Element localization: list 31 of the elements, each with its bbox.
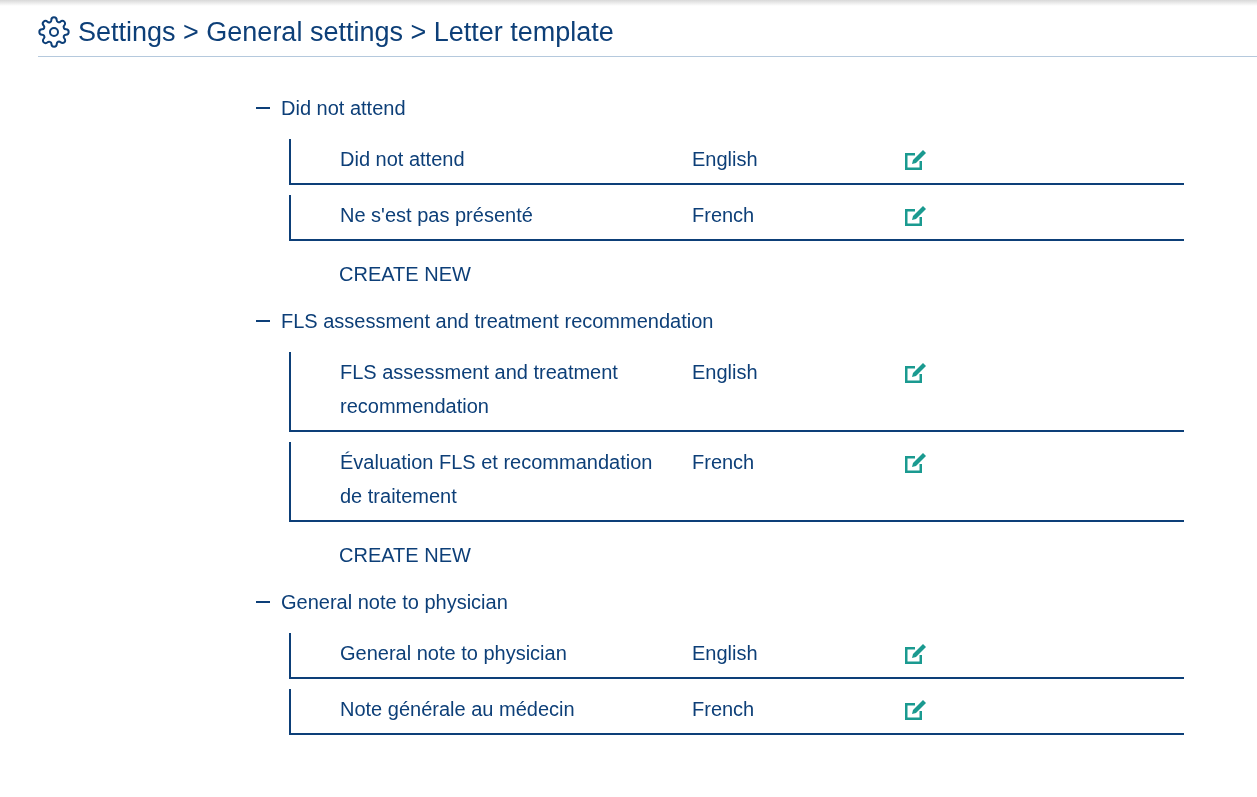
template-language: French bbox=[692, 450, 756, 475]
breadcrumb: Settings > General settings > Letter template bbox=[78, 16, 614, 48]
template-language: English bbox=[692, 360, 759, 385]
template-language: French bbox=[692, 203, 756, 228]
edit-icon bbox=[902, 148, 928, 172]
edit-icon bbox=[902, 361, 928, 385]
edit-button[interactable] bbox=[902, 642, 928, 666]
group-title: General note to physician bbox=[281, 590, 508, 614]
template-name: FLS assessment and treatment recommendation bbox=[340, 360, 619, 419]
template-language: French bbox=[692, 697, 756, 722]
edit-button[interactable] bbox=[902, 451, 928, 475]
edit-button[interactable] bbox=[902, 698, 928, 722]
group-title: FLS assessment and treatment recommendation bbox=[281, 309, 714, 333]
create-new-link[interactable]: CREATE NEW bbox=[339, 544, 471, 567]
template-name: Ne s'est pas présenté bbox=[340, 203, 534, 228]
template-language: English bbox=[692, 641, 759, 666]
settings-icon bbox=[38, 16, 70, 48]
template-language: English bbox=[692, 147, 759, 172]
template-name: General note to physician bbox=[340, 641, 568, 666]
create-new-link[interactable]: CREATE NEW bbox=[339, 263, 471, 286]
edit-button[interactable] bbox=[902, 361, 928, 385]
template-name: Note générale au médecin bbox=[340, 697, 576, 722]
edit-icon bbox=[902, 642, 928, 666]
edit-icon bbox=[902, 204, 928, 228]
template-name: Did not attend bbox=[340, 147, 466, 172]
edit-button[interactable] bbox=[902, 148, 928, 172]
edit-button[interactable] bbox=[902, 204, 928, 228]
group-title: Did not attend bbox=[281, 96, 406, 120]
template-name: Évaluation FLS et recommandation de traitement bbox=[340, 450, 654, 509]
edit-icon bbox=[902, 698, 928, 722]
edit-icon bbox=[902, 451, 928, 475]
